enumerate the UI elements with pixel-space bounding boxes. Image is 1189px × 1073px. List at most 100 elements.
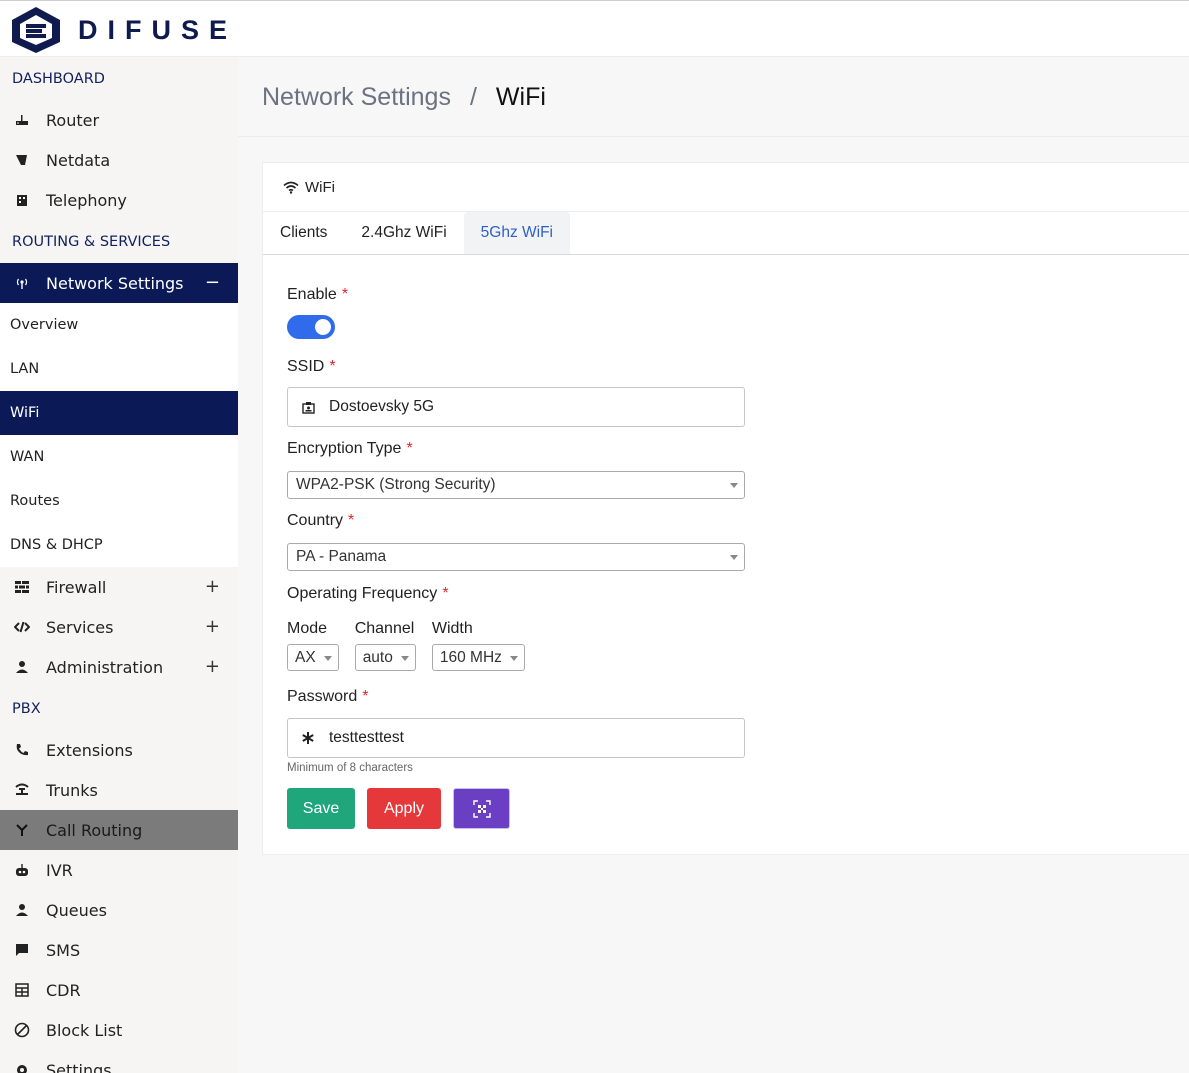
sidebar-item-label: Firewall	[46, 577, 107, 597]
ssid-label: SSID *	[287, 355, 747, 379]
encryption-select[interactable]: WPA2-PSK (Strong Security)	[287, 471, 745, 499]
width-label: Width	[431, 620, 473, 637]
section-dashboard[interactable]: DASHBOARD	[0, 57, 238, 100]
required-marker: *	[362, 688, 369, 705]
expand-toggle[interactable]: +	[205, 576, 220, 597]
logo[interactable]: DIFUSE	[8, 5, 237, 55]
section-pbx[interactable]: PBX	[0, 687, 238, 730]
country-value: PA - Panama	[296, 548, 387, 565]
tab-5ghz-wifi[interactable]: 5Ghz WiFi	[463, 212, 570, 254]
collapse-toggle[interactable]: −	[205, 272, 220, 293]
frequency-group: Mode AX Channel auto Width 160 MHz	[287, 620, 747, 671]
sidebar-item-queues[interactable]: Queues	[0, 890, 238, 930]
mode-value: AX	[295, 648, 316, 666]
settings-icon	[14, 1062, 30, 1073]
mode-label: Mode	[287, 620, 328, 637]
qr-code-button[interactable]	[453, 788, 510, 829]
save-button[interactable]: Save	[287, 788, 355, 829]
top-bar: DIFUSE	[0, 0, 1189, 57]
sidebar-item-telephony[interactable]: Telephony	[0, 180, 238, 220]
enable-toggle[interactable]	[287, 315, 335, 339]
sidebar-item-settings[interactable]: Settings	[0, 1050, 238, 1073]
password-label-text: Password	[287, 688, 358, 705]
sidebar-item-administration[interactable]: Administration +	[0, 647, 238, 687]
section-routing-services[interactable]: ROUTING & SERVICES	[0, 220, 238, 263]
subnav-routes[interactable]: Routes	[0, 479, 238, 523]
sidebar-item-netdata[interactable]: Netdata	[0, 140, 238, 180]
sidebar-item-label: Router	[46, 110, 100, 130]
width-value: 160 MHz	[439, 648, 502, 666]
tab-bar: Clients 2.4Ghz WiFi 5Ghz WiFi	[263, 212, 1189, 255]
sidebar-item-router[interactable]: Router	[0, 100, 238, 140]
sidebar-item-label: Services	[46, 617, 114, 637]
sidebar-item-firewall[interactable]: Firewall +	[0, 567, 238, 607]
sidebar-item-label: Trunks	[46, 780, 98, 800]
apply-button[interactable]: Apply	[367, 788, 441, 829]
required-marker: *	[329, 358, 336, 375]
page-title: WiFi	[495, 83, 546, 111]
sidebar-item-sms[interactable]: SMS	[0, 930, 238, 970]
mode-select[interactable]: AX	[287, 644, 339, 671]
telephony-icon	[14, 192, 30, 208]
wifi-icon	[283, 181, 299, 194]
country-select[interactable]: PA - Panama	[287, 543, 745, 571]
ssid-input[interactable]: Dostoevsky 5G	[287, 387, 745, 427]
call-routing-icon	[14, 822, 30, 838]
encryption-value: WPA2-PSK (Strong Security)	[296, 476, 496, 493]
sidebar-item-trunks[interactable]: Trunks	[0, 770, 238, 810]
sidebar-item-network-settings[interactable]: Network Settings −	[0, 263, 238, 303]
sidebar-item-extensions[interactable]: Extensions	[0, 730, 238, 770]
subnav-dns-dhcp[interactable]: DNS & DHCP	[0, 523, 238, 567]
breadcrumb: Network Settings / WiFi	[238, 57, 1189, 137]
country-label: Country *	[287, 509, 747, 533]
ssid-value: Dostoevsky 5G	[329, 398, 435, 415]
subnav-lan[interactable]: LAN	[0, 347, 238, 391]
country-label-text: Country	[287, 512, 344, 529]
trunk-icon	[14, 782, 30, 798]
subnav-wifi[interactable]: WiFi	[0, 391, 238, 435]
sidebar-item-call-routing[interactable]: Call Routing	[0, 810, 238, 850]
phone-icon	[14, 742, 30, 758]
brand-name: DIFUSE	[78, 14, 238, 45]
chevron-down-icon	[400, 656, 409, 661]
channel-label: Channel	[354, 620, 415, 637]
sidebar-item-label: Netdata	[46, 150, 111, 170]
ssid-label-text: SSID	[287, 358, 325, 375]
antenna-icon	[14, 275, 30, 291]
sidebar-item-services[interactable]: Services +	[0, 607, 238, 647]
required-marker: *	[442, 585, 449, 602]
chevron-down-icon	[509, 656, 518, 661]
sidebar-item-block-list[interactable]: Block List	[0, 1010, 238, 1050]
firewall-icon	[14, 579, 30, 595]
subnav-overview[interactable]: Overview	[0, 303, 238, 347]
tab-2-4ghz-wifi[interactable]: 2.4Ghz WiFi	[344, 212, 463, 254]
sidebar-item-label: CDR	[46, 980, 81, 1000]
toggle-knob	[315, 319, 331, 335]
channel-select[interactable]: auto	[354, 644, 416, 671]
sidebar-item-label: Extensions	[46, 740, 133, 760]
width-select[interactable]: 160 MHz	[431, 644, 525, 671]
wifi-card: WiFi Clients 2.4Ghz WiFi 5Ghz WiFi Enabl…	[262, 162, 1189, 855]
frequency-label-text: Operating Frequency	[287, 585, 438, 602]
required-marker: *	[348, 512, 355, 529]
tab-clients[interactable]: Clients	[263, 212, 344, 254]
channel-value: auto	[362, 648, 393, 666]
expand-toggle[interactable]: +	[205, 656, 220, 677]
sidebar-item-label: Call Routing	[46, 820, 143, 840]
admin-icon	[14, 659, 30, 675]
subnav-wan[interactable]: WAN	[0, 435, 238, 479]
sidebar-item-label: Administration	[46, 657, 164, 677]
breadcrumb-parent[interactable]: Network Settings	[262, 83, 451, 112]
sidebar-item-label: Network Settings	[46, 273, 184, 293]
password-value: testtesttest	[329, 729, 404, 746]
encryption-label-text: Encryption Type	[287, 440, 402, 457]
sms-icon	[14, 942, 30, 958]
sidebar-item-label: Block List	[46, 1020, 123, 1040]
sidebar-item-cdr[interactable]: CDR	[0, 970, 238, 1010]
queue-icon	[14, 902, 30, 918]
sidebar-item-ivr[interactable]: IVR	[0, 850, 238, 890]
expand-toggle[interactable]: +	[205, 616, 220, 637]
sidebar-item-label: Telephony	[46, 190, 127, 210]
sidebar-item-label: Queues	[46, 900, 107, 920]
password-input[interactable]: testtesttest	[287, 718, 745, 758]
